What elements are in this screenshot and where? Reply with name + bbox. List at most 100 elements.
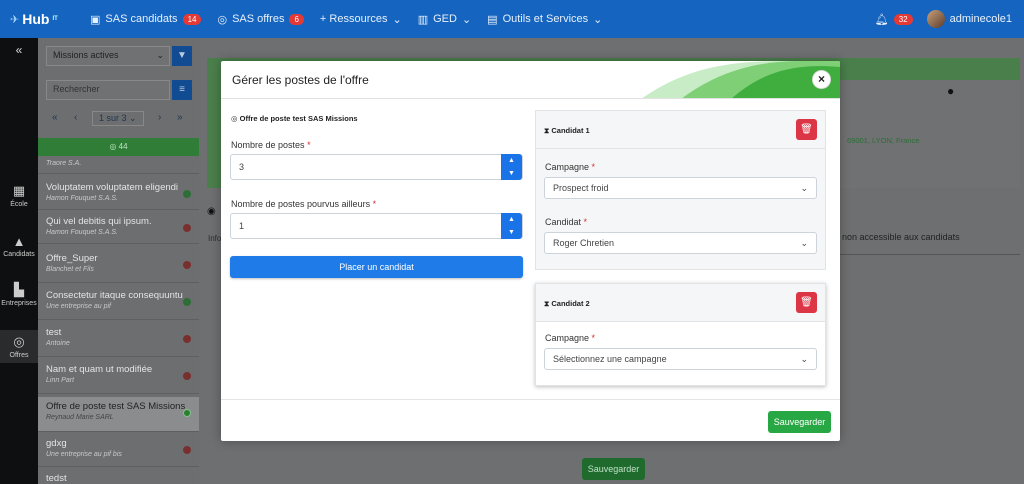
nav-label: SAS candidats <box>105 13 178 25</box>
list-item-title: gdxg <box>46 438 67 449</box>
status-dot <box>183 261 191 269</box>
list-item-sub: Reynaud Marie SARL <box>46 414 114 421</box>
nb-postes-input[interactable]: 3 <box>230 154 523 180</box>
rail-label: Candidats <box>3 251 35 258</box>
card-header: ⧗ Candidat 2 🗑︎ <box>536 284 825 322</box>
list-item[interactable]: Consectetur itaque consequuntu Une entre… <box>38 286 199 320</box>
list-item-selected[interactable]: Offre de poste test SAS Missions Reynaud… <box>38 397 199 432</box>
rail-item-candidats[interactable]: ▲ Candidats <box>0 234 38 258</box>
button-label: Sauvegarder <box>773 417 826 427</box>
list-item[interactable]: Traore S.A. <box>38 156 199 174</box>
count-value: 44 <box>118 142 128 151</box>
chevron-up-icon[interactable]: ▲ <box>501 213 522 226</box>
nav-ressources[interactable]: + Ressources ⌄ <box>320 13 402 26</box>
list-item-sub: Une entreprise au pif bis <box>46 451 122 458</box>
select-value: Roger Chretien <box>553 238 615 248</box>
non-accessible-text: non accessible aux candidats <box>842 232 960 242</box>
chevron-down-icon[interactable]: ▼ <box>501 167 522 180</box>
eye-icon: ◉ <box>207 206 216 217</box>
label-text: Nombre de postes <box>231 140 305 150</box>
chevron-down-icon[interactable]: ▼ <box>501 226 522 239</box>
chevron-up-icon[interactable]: ▲ <box>501 154 522 167</box>
list-item-sub: Blanchet et Fils <box>46 266 94 273</box>
avatar <box>926 10 945 28</box>
notifications-button[interactable]: 🔔︎ 32 <box>875 13 913 26</box>
list-item-sub: Hamon Fouquet S.A.S. <box>46 229 118 236</box>
list-item[interactable]: Offre_Super Blanchet et Fils <box>38 249 199 283</box>
rail-label: École <box>10 201 28 208</box>
list-item[interactable]: Voluptatem voluptatem eligendi Hamon Fou… <box>38 178 199 210</box>
campagne-label: Campagne * <box>545 333 595 343</box>
card-title-text: Candidat 2 <box>551 299 590 308</box>
input-value: 1 <box>239 221 245 231</box>
nav-sas-offres[interactable]: ◎ SAS offres 6 <box>217 13 304 26</box>
rail-item-offres[interactable]: ◎ Offres <box>0 330 38 363</box>
target-icon: ◎ <box>109 142 117 151</box>
list-item[interactable]: tedst <box>38 469 199 484</box>
info-tab[interactable]: Info <box>208 234 221 243</box>
list-item-sub: Une entreprise au pif <box>46 303 111 310</box>
first-page-icon[interactable]: « <box>52 112 58 123</box>
status-dot <box>183 446 191 454</box>
required-mark: * <box>583 217 588 227</box>
graduation-icon: ▲ <box>12 234 26 249</box>
nb-ailleurs-stepper[interactable]: ▲ ▼ <box>501 213 522 239</box>
list-item-title: Consectetur itaque consequuntu <box>46 290 183 301</box>
offer-title-row: ◎ Offre de poste test SAS Missions <box>231 114 358 123</box>
delete-button[interactable]: 🗑︎ <box>796 119 817 140</box>
status-dot <box>183 298 191 306</box>
list-item[interactable]: Nam et quam ut modifiée Linn Part <box>38 360 199 394</box>
nav-sas-candidats[interactable]: ▣ SAS candidats 14 <box>90 13 202 26</box>
search-input[interactable]: Rechercher <box>46 80 170 100</box>
card-header: ⧗ Candidat 1 🗑︎ <box>536 111 825 149</box>
contact-block: ● 69001, LYON, France <box>837 80 1020 188</box>
top-navbar: ✈ Hub IT ▣ SAS candidats 14 ◎ SAS offres… <box>0 0 1024 38</box>
campagne-label: Campagne * <box>545 162 595 172</box>
close-button[interactable]: × <box>813 71 830 88</box>
nb-ailleurs-input[interactable]: 1 <box>230 213 523 239</box>
list-menu-button[interactable]: ≡ <box>172 80 192 100</box>
user-menu[interactable]: adminecole1 <box>926 10 1012 28</box>
candidat-select[interactable]: Roger Chretien ⌄ <box>544 232 817 254</box>
delete-button[interactable]: 🗑︎ <box>796 292 817 313</box>
list-item-title: Offre_Super <box>46 253 98 264</box>
list-item[interactable]: Qui vel debitis qui ipsum. Hamon Fouquet… <box>38 212 199 244</box>
offers-list-panel: Missions actives ⌄ ▼ Rechercher ≡ « ‹ 1 … <box>38 38 199 484</box>
list-item[interactable]: gdxg Une entreprise au pif bis <box>38 434 199 467</box>
person-icon: ● <box>947 84 955 98</box>
list-item-title: Qui vel debitis qui ipsum. <box>46 216 152 227</box>
collapse-icon[interactable]: « <box>0 43 38 57</box>
chevron-down-icon: ⌄ <box>800 182 808 193</box>
rail-item-ecole[interactable]: ▦ École <box>0 183 38 208</box>
pager: « ‹ 1 sur 3 ⌄ › » <box>38 111 199 130</box>
status-dot <box>183 335 191 343</box>
filter-value: Missions actives <box>53 50 119 60</box>
select-value: Prospect froid <box>553 183 609 193</box>
save-button[interactable]: Sauvegarder <box>768 411 831 433</box>
list-item-title: Nam et quam ut modifiée <box>46 364 153 375</box>
nav-ged[interactable]: ▥ GED ⌄ <box>418 13 471 26</box>
list-item-title: test <box>46 327 62 338</box>
place-candidate-button[interactable]: Placer un candidat <box>230 256 523 278</box>
filter-button[interactable]: ▼ <box>172 46 192 66</box>
rail-item-entreprises[interactable]: ▙ Entreprises <box>0 282 38 307</box>
address-text: 69001, LYON, France <box>847 136 920 145</box>
campagne-select[interactable]: Sélectionnez une campagne ⌄ <box>544 348 817 370</box>
nb-postes-stepper[interactable]: ▲ ▼ <box>501 154 522 180</box>
nav-outils[interactable]: ▤ Outils et Services ⌄ <box>487 13 602 26</box>
page-select[interactable]: 1 sur 3 ⌄ <box>92 111 144 126</box>
header-decoration <box>642 61 840 98</box>
prev-page-icon[interactable]: ‹ <box>74 112 77 123</box>
campagne-select[interactable]: Prospect froid ⌄ <box>544 177 817 199</box>
app-logo[interactable]: ✈ Hub IT <box>0 11 90 27</box>
hourglass-icon: ⧗ <box>544 126 550 135</box>
modal-title: Gérer les postes de l'offre <box>232 73 369 87</box>
filter-select[interactable]: Missions actives ⌄ <box>46 46 170 66</box>
label-text: Nombre de postes pourvus ailleurs <box>231 199 371 209</box>
card-title: ⧗ Candidat 2 <box>544 299 590 309</box>
next-page-icon[interactable]: › <box>158 112 161 123</box>
list-item-title: Offre de poste test SAS Missions <box>46 401 186 412</box>
list-item[interactable]: test Antoine <box>38 323 199 357</box>
last-page-icon[interactable]: » <box>177 112 183 123</box>
background-save-button[interactable]: Sauvegarder <box>582 458 645 480</box>
